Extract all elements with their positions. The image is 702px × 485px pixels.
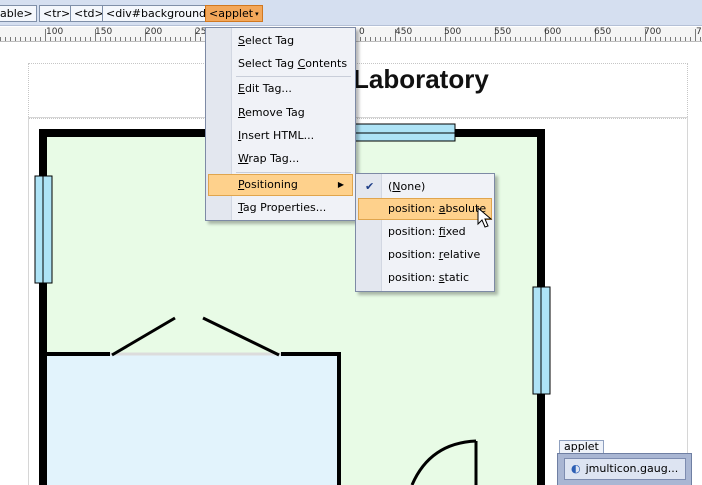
tag-context-menu: Select Tag Select Tag Contents Edit Tag.… — [205, 27, 356, 221]
applet-name: jmulticon.gaug... — [585, 462, 679, 475]
chevron-down-icon: ▾ — [255, 10, 259, 18]
tag-crumb-div-background[interactable]: <div#background> — [102, 5, 220, 22]
positioning-submenu: (None) ✔ position: absolute position: fix… — [355, 173, 495, 292]
menu-item-label: Tag Properties... — [238, 201, 327, 214]
ruler-label: 550 — [494, 27, 512, 37]
menu-separator — [236, 76, 351, 77]
menu-item-insert-html[interactable]: Insert HTML... — [208, 125, 353, 147]
menu-item-position-fixed[interactable]: position: fixed — [358, 221, 492, 243]
ruler-label: 150 — [95, 27, 113, 37]
menu-item-select-tag-contents[interactable]: Select Tag Contents — [208, 53, 353, 75]
menu-item-label: Remove Tag — [238, 106, 305, 119]
ruler-label: 200 — [145, 27, 163, 37]
ruler-label: 0 — [359, 27, 365, 37]
menu-item-remove-tag[interactable]: Remove Tag — [208, 102, 353, 124]
mouse-pointer-icon — [477, 207, 493, 228]
checkmark-icon: ✔ — [365, 180, 375, 193]
ruler-label: 100 — [46, 27, 64, 37]
menu-item-label: Positioning — [238, 178, 298, 191]
menu-item-edit-tag[interactable]: Edit Tag... — [208, 78, 353, 100]
menu-item-label: position: static — [388, 271, 469, 284]
ruler-label: 650 — [594, 27, 612, 37]
menu-item-label: Insert HTML... — [238, 129, 315, 142]
ruler-label: 7 — [696, 27, 702, 37]
menu-item-label: Select Tag — [238, 34, 295, 47]
menu-item-label: (None) — [388, 180, 426, 193]
ruler-label: 600 — [544, 27, 562, 37]
tag-crumb-applet-label: <applet — [209, 7, 254, 20]
menu-item-label: Edit Tag... — [238, 82, 292, 95]
applet-tag-label[interactable]: applet — [559, 440, 604, 454]
menu-separator — [236, 172, 351, 173]
tag-crumb-tr[interactable]: <tr> — [39, 5, 75, 22]
menu-item-tag-properties[interactable]: Tag Properties... — [208, 197, 353, 219]
tag-crumb-table[interactable]: able> — [0, 5, 37, 22]
applet-element[interactable]: ◐ jmulticon.gaug... — [557, 453, 692, 485]
menu-item-label: Select Tag Contents — [238, 57, 348, 70]
ruler-label: 700 — [644, 27, 662, 37]
tag-selector-bar: able> <tr> <td> <div#background> <applet… — [0, 0, 702, 26]
menu-item-positioning[interactable]: Positioning ▶ — [208, 174, 353, 196]
inner-room — [43, 354, 339, 485]
menu-item-position-none[interactable]: (None) ✔ — [358, 176, 492, 198]
menu-item-select-tag[interactable]: Select Tag — [208, 30, 353, 52]
menu-item-label: position: fixed — [388, 225, 466, 238]
tag-crumb-applet[interactable]: <applet ▾ — [205, 5, 263, 22]
ruler-label: 500 — [444, 27, 462, 37]
menu-item-position-absolute[interactable]: position: absolute — [358, 198, 492, 220]
menu-item-position-static[interactable]: position: static — [358, 267, 492, 289]
menu-item-label: Wrap Tag... — [238, 152, 300, 165]
menu-item-wrap-tag[interactable]: Wrap Tag... — [208, 148, 353, 170]
menu-item-position-relative[interactable]: position: relative — [358, 244, 492, 266]
menu-item-label: position: absolute — [388, 202, 487, 215]
java-applet-icon: ◐ — [571, 462, 581, 475]
submenu-arrow-icon: ▶ — [337, 180, 344, 189]
ruler-label: 450 — [395, 27, 413, 37]
applet-placeholder[interactable]: ◐ jmulticon.gaug... — [564, 458, 686, 480]
menu-item-label: position: relative — [388, 248, 481, 261]
